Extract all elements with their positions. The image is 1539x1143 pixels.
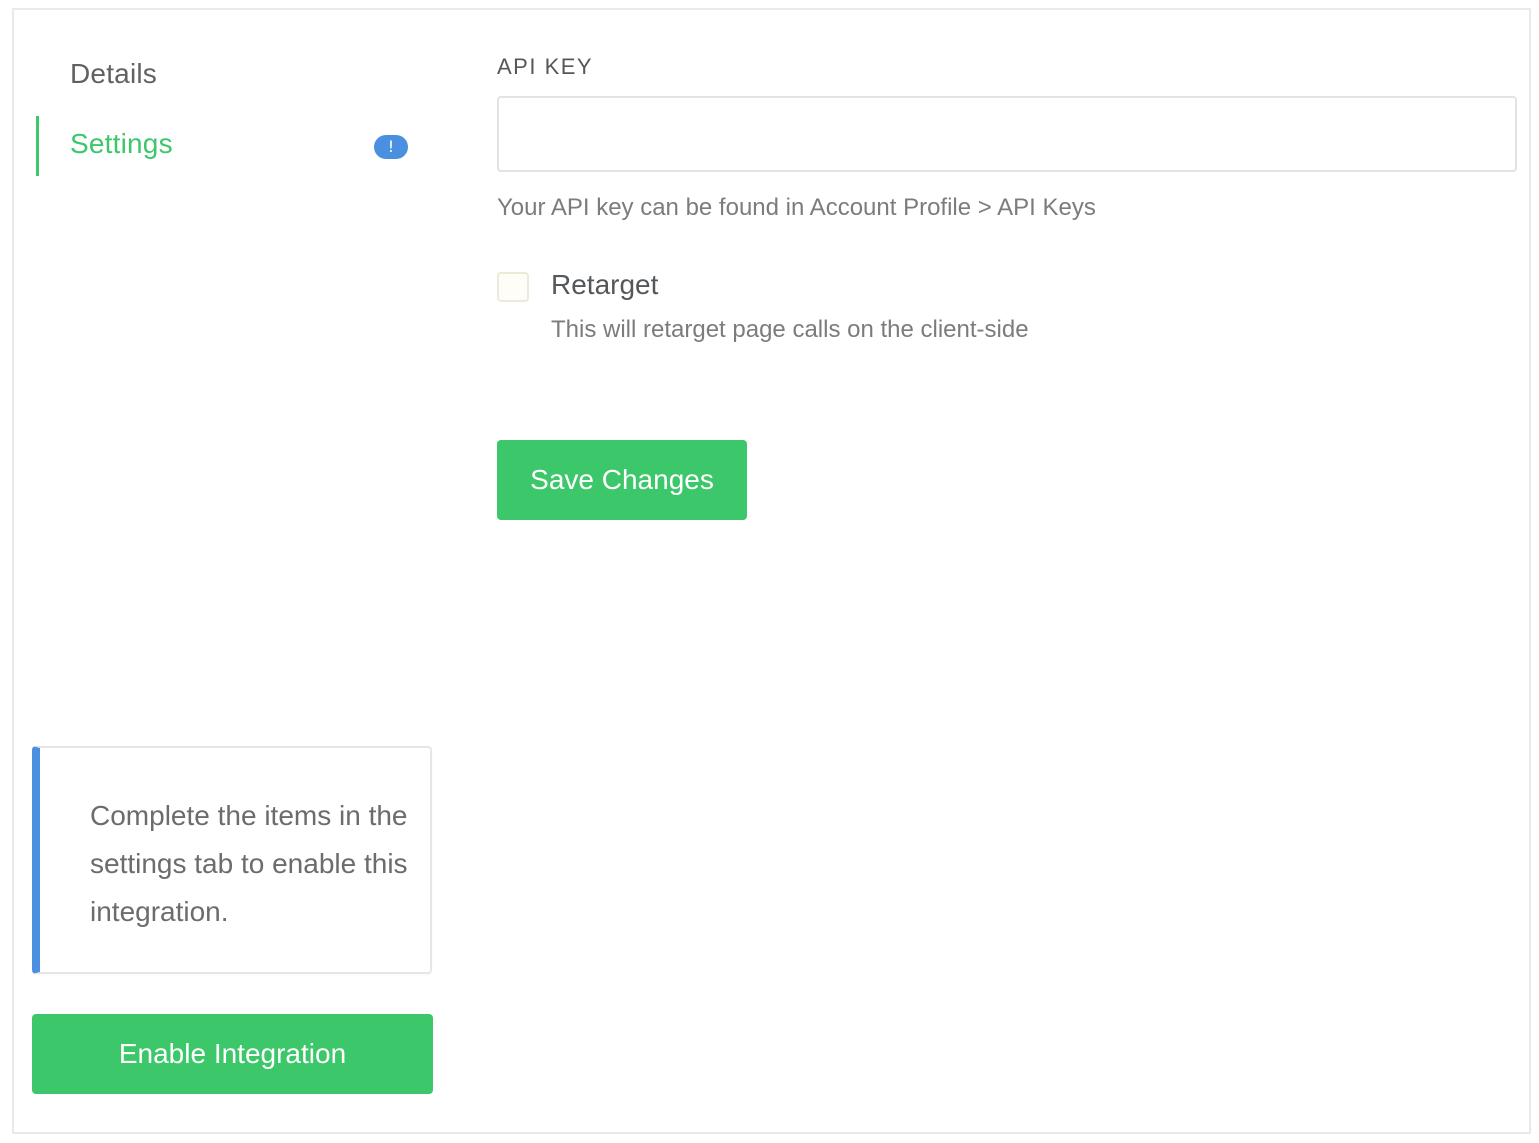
sidebar-item-details[interactable]: Details [70,58,157,90]
sidebar-item-settings[interactable]: Settings [70,128,173,160]
save-changes-button[interactable]: Save Changes [497,440,747,520]
api-key-label: API KEY [497,54,594,79]
setup-notice-card: Complete the items in the settings tab t… [32,746,432,974]
retarget-checkbox[interactable] [497,272,529,302]
enable-integration-button[interactable]: Enable Integration [32,1014,433,1094]
api-key-input[interactable] [497,96,1517,172]
retarget-label[interactable]: Retarget [551,269,658,301]
integration-settings-panel: Details Settings ! Complete the items in… [12,8,1531,1134]
retarget-description: This will retarget page calls on the cli… [551,316,1029,343]
setup-notice-text: Complete the items in the settings tab t… [90,800,408,927]
active-tab-indicator [36,116,39,176]
alert-exclamation-icon: ! [374,135,408,159]
api-key-help-text: Your API key can be found in Account Pro… [497,194,1096,221]
